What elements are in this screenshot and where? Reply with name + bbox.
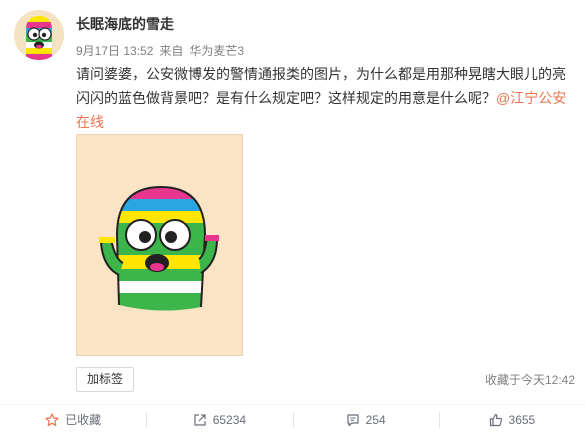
user-avatar[interactable] bbox=[14, 10, 64, 60]
source-prefix: 来自 bbox=[159, 44, 184, 58]
post-date-link[interactable]: 9月17日 13:52 bbox=[76, 42, 153, 59]
comment-icon bbox=[347, 413, 359, 426]
star-icon bbox=[45, 412, 59, 426]
source-device-link[interactable]: 华为麦芒3 bbox=[189, 42, 244, 59]
thumbs-up-icon bbox=[489, 413, 502, 426]
repost-button[interactable]: 65234 bbox=[146, 405, 292, 434]
avatar-mascot-icon bbox=[14, 10, 64, 60]
username-link[interactable]: 长眠海底的雪走 bbox=[76, 14, 174, 34]
favorite-label: 已收藏 bbox=[65, 413, 102, 427]
comment-count: 254 bbox=[365, 412, 386, 427]
add-tag-button[interactable]: 加标签 bbox=[76, 367, 135, 392]
post-meta: 9月17日 13:52 来自 华为麦芒3 bbox=[76, 42, 244, 59]
post-image[interactable] bbox=[76, 134, 243, 356]
mascot-image bbox=[77, 135, 242, 355]
action-bar: 已收藏 65234 254 3655 bbox=[0, 404, 585, 434]
like-count: 3655 bbox=[508, 412, 536, 427]
share-icon bbox=[194, 413, 206, 426]
comment-button[interactable]: 254 bbox=[292, 405, 439, 434]
favorite-time: 收藏于今天12:42 bbox=[484, 373, 575, 387]
weibo-post-card: 长眠海底的雪走 9月17日 13:52 来自 华为麦芒3 请问婆婆，公安微博发的… bbox=[0, 0, 585, 434]
post-text: 请问婆婆，公安微博发的警情通报类的图片，为什么都是用那种晃瞎大眼儿的亮闪闪的蓝色… bbox=[76, 62, 576, 134]
like-button[interactable]: 3655 bbox=[438, 405, 585, 434]
repost-count: 65234 bbox=[212, 412, 247, 427]
post-body: 请问婆婆，公安微博发的警情通报类的图片，为什么都是用那种晃瞎大眼儿的亮闪闪的蓝色… bbox=[76, 66, 566, 106]
favorite-button[interactable]: 已收藏 bbox=[0, 405, 146, 434]
